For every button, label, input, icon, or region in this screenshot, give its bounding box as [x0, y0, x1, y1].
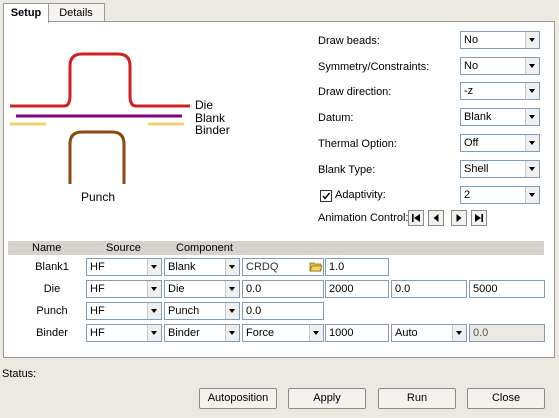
apply-button[interactable]: Apply: [288, 388, 366, 409]
binder-mode-select[interactable]: Auto: [391, 324, 467, 342]
symmetry-label: Symmetry/Constraints:: [318, 61, 430, 73]
chevron-down-icon[interactable]: [525, 109, 539, 125]
next-frame-icon: [456, 214, 462, 222]
die-value-4-field[interactable]: 5000: [469, 280, 545, 298]
column-header-name: Name: [32, 242, 62, 254]
blank1-component-select[interactable]: Blank: [164, 258, 240, 276]
chevron-down-icon[interactable]: [225, 303, 239, 319]
run-button[interactable]: Run: [378, 388, 456, 409]
status-label: Status:: [2, 368, 37, 380]
symmetry-select[interactable]: No: [460, 57, 540, 75]
punch-label: Punch: [81, 190, 116, 204]
chevron-down-icon[interactable]: [525, 32, 539, 48]
first-frame-button[interactable]: [408, 210, 424, 226]
die-value-1-field[interactable]: 0.0: [242, 280, 324, 298]
binder-control-select[interactable]: Force: [242, 324, 324, 342]
row-name-binder: Binder: [36, 327, 68, 339]
punch-source-select[interactable]: HF: [86, 302, 162, 320]
chevron-down-icon[interactable]: [147, 281, 161, 297]
previous-frame-icon: [433, 214, 439, 222]
animation-control-label: Animation Control:: [318, 212, 409, 224]
blank-type-label: Blank Type:: [318, 164, 376, 176]
binder-value-4-field: 0.0: [469, 324, 545, 342]
row-name-die: Die: [43, 283, 61, 295]
chevron-down-icon[interactable]: [225, 281, 239, 297]
checkmark-icon: [322, 192, 331, 200]
table-header: Name Source Component: [8, 241, 544, 255]
chevron-down-icon[interactable]: [525, 83, 539, 99]
chevron-down-icon[interactable]: [225, 325, 239, 341]
die-value-3-field[interactable]: 0.0: [391, 280, 467, 298]
chevron-down-icon[interactable]: [147, 259, 161, 275]
adaptivity-label: Adaptivity:: [335, 189, 386, 201]
datum-label: Datum:: [318, 112, 354, 124]
autoposition-button[interactable]: Autoposition: [199, 388, 277, 409]
last-frame-icon: [475, 214, 483, 222]
draw-direction-label: Draw direction:: [318, 86, 392, 98]
adaptivity-checkbox[interactable]: [320, 190, 332, 202]
tab-details[interactable]: Details: [47, 3, 105, 22]
blank1-thickness-field[interactable]: 1.0: [325, 258, 389, 276]
row-name-blank1: Blank1: [35, 261, 69, 273]
thermal-option-label: Thermal Option:: [318, 138, 397, 150]
binder-source-select[interactable]: HF: [86, 324, 162, 342]
blank-type-select[interactable]: Shell: [460, 160, 540, 178]
binder-component-select[interactable]: Binder: [164, 324, 240, 342]
punch-shape: [68, 130, 126, 184]
chevron-down-icon[interactable]: [525, 135, 539, 151]
punch-value-1-field[interactable]: 0.0: [242, 302, 324, 320]
adaptivity-select[interactable]: 2: [460, 186, 540, 204]
die-shape: [10, 52, 190, 108]
chevron-down-icon[interactable]: [147, 303, 161, 319]
chevron-down-icon[interactable]: [525, 161, 539, 177]
die-component-select[interactable]: Die: [164, 280, 240, 298]
close-button[interactable]: Close: [467, 388, 545, 409]
binder-label: Binder: [195, 123, 230, 137]
tab-setup[interactable]: Setup: [3, 3, 49, 23]
binder-force-field[interactable]: 1000: [325, 324, 389, 342]
last-frame-button[interactable]: [471, 210, 487, 226]
chevron-down-icon[interactable]: [147, 325, 161, 341]
open-folder-icon[interactable]: [309, 259, 323, 273]
chevron-down-icon[interactable]: [225, 259, 239, 275]
previous-frame-button[interactable]: [428, 210, 444, 226]
chevron-down-icon[interactable]: [309, 325, 323, 341]
thermal-option-select[interactable]: Off: [460, 134, 540, 152]
die-label: Die: [195, 98, 214, 112]
datum-select[interactable]: Blank: [460, 108, 540, 126]
next-frame-button[interactable]: [451, 210, 467, 226]
column-header-component: Component: [176, 242, 233, 254]
die-value-2-field[interactable]: 2000: [325, 280, 389, 298]
first-frame-icon: [412, 214, 420, 222]
die-source-select[interactable]: HF: [86, 280, 162, 298]
punch-component-select[interactable]: Punch: [164, 302, 240, 320]
chevron-down-icon[interactable]: [452, 325, 466, 341]
chevron-down-icon[interactable]: [525, 58, 539, 74]
draw-beads-select[interactable]: No: [460, 31, 540, 49]
chevron-down-icon[interactable]: [525, 187, 539, 203]
draw-beads-label: Draw beads:: [318, 35, 380, 47]
column-header-source: Source: [106, 242, 141, 254]
draw-direction-select[interactable]: -z: [460, 82, 540, 100]
blank1-source-select[interactable]: HF: [86, 258, 162, 276]
row-name-punch: Punch: [36, 305, 68, 317]
